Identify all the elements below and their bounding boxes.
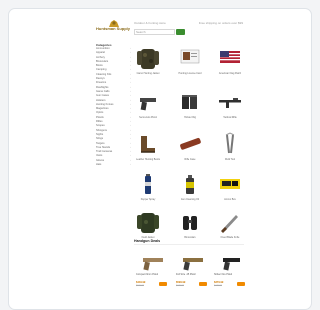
product-card[interactable]: Multi Tool <box>216 131 244 169</box>
deal-price: $379.99 <box>214 281 224 284</box>
case-icon <box>180 137 201 150</box>
deal-card[interactable]: Compact 9mm Pistol $449.99 $529.99 <box>136 253 168 293</box>
header-contact: Free shipping on orders over $99 <box>198 21 243 25</box>
pistol-icon <box>183 258 203 271</box>
product-card[interactable]: Binoculars <box>176 209 204 247</box>
product-card[interactable]: Hunting License Card <box>176 45 204 83</box>
jacket2-icon <box>137 213 159 233</box>
deal-price: $599.99 <box>176 281 186 284</box>
boots-icon <box>141 136 155 153</box>
product-card[interactable]: Pepper Spray <box>134 171 162 209</box>
product-card[interactable]: American Flag Patch <box>216 45 244 83</box>
search-input[interactable]: Search <box>134 29 175 35</box>
product-name[interactable]: Holster Rig <box>176 116 204 119</box>
section-divider <box>134 244 244 245</box>
product-name[interactable]: Semi-Auto Pistol <box>134 116 162 119</box>
deal-old-price: $679.99 <box>176 285 184 287</box>
product-name[interactable]: Ammo Box <box>216 198 244 201</box>
product-name[interactable]: Tactical Rifle <box>216 116 244 119</box>
deal-card[interactable]: Striker Fire Pistol $379.99 $449.99 <box>214 253 246 293</box>
product-name[interactable]: Leather Hunting Boots <box>134 158 162 161</box>
product-name[interactable]: Rifle Case <box>176 158 204 161</box>
product-name[interactable]: Fixed Blade Knife <box>216 236 244 239</box>
binoculars-icon <box>183 216 197 230</box>
jacket-icon <box>137 49 159 69</box>
knife-icon <box>221 215 238 233</box>
add-to-cart-button[interactable] <box>237 282 245 286</box>
product-name[interactable]: American Flag Patch <box>216 72 244 75</box>
chevron-right-icon: › <box>130 163 131 167</box>
product-name[interactable]: Camo Hunting Jacket <box>134 72 162 75</box>
ammo-icon <box>220 179 240 189</box>
deals-section-title: Handgun Deals <box>134 239 161 243</box>
site-header: Huntsman Supply Outdoor & hunting store … <box>94 17 246 39</box>
deal-card[interactable]: Full Size .45 Pistol $599.99 $679.99 <box>176 253 208 293</box>
product-name[interactable]: Binoculars <box>176 236 204 239</box>
oil-icon <box>186 175 194 194</box>
deal-price: $449.99 <box>136 281 146 284</box>
sidebar-item[interactable]: Hats › <box>96 163 132 167</box>
category-sidebar: Categories Ammunition › Apparel › Archery › Bi… <box>96 43 132 167</box>
pistol-icon <box>223 258 240 271</box>
product-name[interactable]: Gun Cleaning Oil <box>176 198 204 201</box>
deal-name[interactable]: Full Size .45 Pistol <box>176 273 208 276</box>
holster-icon <box>182 95 197 109</box>
deal-name[interactable]: Striker Fire Pistol <box>214 273 246 276</box>
deal-old-price: $529.99 <box>136 285 144 287</box>
screenshot-frame: Huntsman Supply Outdoor & hunting store … <box>8 8 312 310</box>
product-card[interactable]: Gun Cleaning Oil <box>176 171 204 209</box>
pistol-icon <box>140 98 156 111</box>
product-name[interactable]: Hunting License Card <box>176 72 204 75</box>
product-name[interactable]: Pepper Spray <box>134 198 162 201</box>
product-card[interactable]: Tactical Rifle <box>216 89 244 127</box>
product-name[interactable]: Multi Tool <box>216 158 244 161</box>
search-button[interactable] <box>176 29 185 35</box>
product-card[interactable]: Fixed Blade Knife <box>216 209 244 247</box>
logo-text: Huntsman Supply <box>96 26 131 31</box>
deal-name[interactable]: Compact 9mm Pistol <box>136 273 168 276</box>
flag-icon <box>220 51 240 63</box>
shop-page: Huntsman Supply Outdoor & hunting store … <box>94 17 246 309</box>
product-card[interactable]: Ammo Box <box>216 171 244 209</box>
product-card[interactable]: Rifle Case <box>176 131 204 169</box>
add-to-cart-button[interactable] <box>159 282 167 286</box>
product-card[interactable]: Semi-Auto Pistol <box>134 89 162 127</box>
pistol-icon <box>143 258 163 271</box>
card-icon <box>180 49 200 64</box>
product-card[interactable]: Leather Hunting Boots <box>134 131 162 169</box>
multitool-icon <box>225 132 235 154</box>
header-tagline: Outdoor & hunting store <box>134 21 166 25</box>
add-to-cart-button[interactable] <box>199 282 207 286</box>
product-card[interactable]: Camo Hunting Jacket <box>134 45 162 83</box>
deal-old-price: $449.99 <box>214 285 222 287</box>
spray-icon <box>145 174 151 194</box>
rifle-icon <box>219 98 241 108</box>
site-logo[interactable]: Huntsman Supply <box>96 20 130 34</box>
product-card[interactable]: Holster Rig <box>176 89 204 127</box>
